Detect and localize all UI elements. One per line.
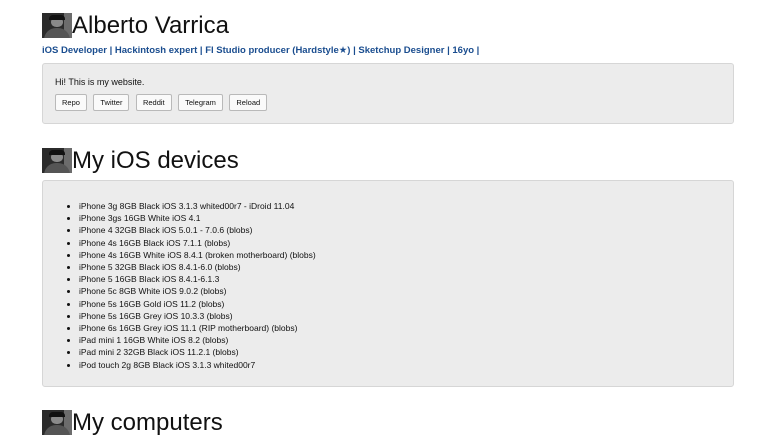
profile-name: Alberto Varrica <box>72 12 229 39</box>
list-item: iPhone 5 16GB Black iOS 8.4.1-6.1.3 <box>79 273 316 285</box>
tagline-fl-studio: Fl Studio producer (Hardstyle★) <box>205 45 351 56</box>
list-item: iPhone 5s 16GB Grey iOS 10.3.3 (blobs) <box>79 310 316 322</box>
reload-button[interactable]: Reload <box>229 94 268 111</box>
devices-panel: iPhone 3g 8GB Black iOS 3.1.3 whited00r7… <box>42 180 734 387</box>
devices-heading: My iOS devices <box>42 148 239 173</box>
list-item: iPhone 3gs 16GB White iOS 4.1 <box>79 212 316 224</box>
list-item: iPhone 6s 16GB Grey iOS 11.1 (RIP mother… <box>79 322 316 334</box>
reddit-button[interactable]: Reddit <box>135 94 172 111</box>
list-item: iPhone 4s 16GB Black iOS 7.1.1 (blobs) <box>79 237 316 249</box>
link-button-row: Repo Twitter Reddit Telegram Reload <box>55 94 268 112</box>
twitter-button[interactable]: Twitter <box>93 94 130 111</box>
tagline-separator: | <box>474 45 480 56</box>
list-item: iPhone 5c 8GB White iOS 9.0.2 (blobs) <box>79 285 316 297</box>
intro-text: Hi! This is my website. <box>55 77 145 87</box>
avatar <box>42 148 72 173</box>
tagline-separator: | <box>197 45 206 56</box>
list-item: iPhone 5 32GB Black iOS 8.4.1-6.0 (blobs… <box>79 261 316 273</box>
list-item: iPhone 4 32GB Black iOS 5.0.1 - 7.0.6 (b… <box>79 224 316 236</box>
intro-panel: Hi! This is my website. Repo Twitter Red… <box>42 63 734 124</box>
list-item: iPhone 4s 16GB White iOS 8.4.1 (broken m… <box>79 249 316 261</box>
list-item: iPhone 5s 16GB Gold iOS 11.2 (blobs) <box>79 298 316 310</box>
tagline: iOS Developer | Hackintosh expert | Fl S… <box>42 45 479 56</box>
list-item: iPad mini 2 32GB Black iOS 11.2.1 (blobs… <box>79 346 316 358</box>
devices-title: My iOS devices <box>72 147 239 174</box>
profile-heading: Alberto Varrica <box>42 13 229 38</box>
list-item: iPod touch 2g 8GB Black iOS 3.1.3 whited… <box>79 359 316 371</box>
tagline-separator: | <box>106 45 115 56</box>
tagline-age: 16yo <box>452 45 475 56</box>
avatar <box>42 13 72 38</box>
tagline-hackintosh: Hackintosh expert <box>114 45 198 56</box>
list-item: iPad mini 1 16GB White iOS 8.2 (blobs) <box>79 334 316 346</box>
repo-button[interactable]: Repo <box>55 94 87 111</box>
tagline-sketchup: Sketchup Designer <box>358 45 445 56</box>
device-list: iPhone 3g 8GB Black iOS 3.1.3 whited00r7… <box>43 200 316 371</box>
list-item: iPhone 3g 8GB Black iOS 3.1.3 whited00r7… <box>79 200 316 212</box>
tagline-ios-developer: iOS Developer <box>42 45 107 56</box>
telegram-button[interactable]: Telegram <box>178 94 223 111</box>
